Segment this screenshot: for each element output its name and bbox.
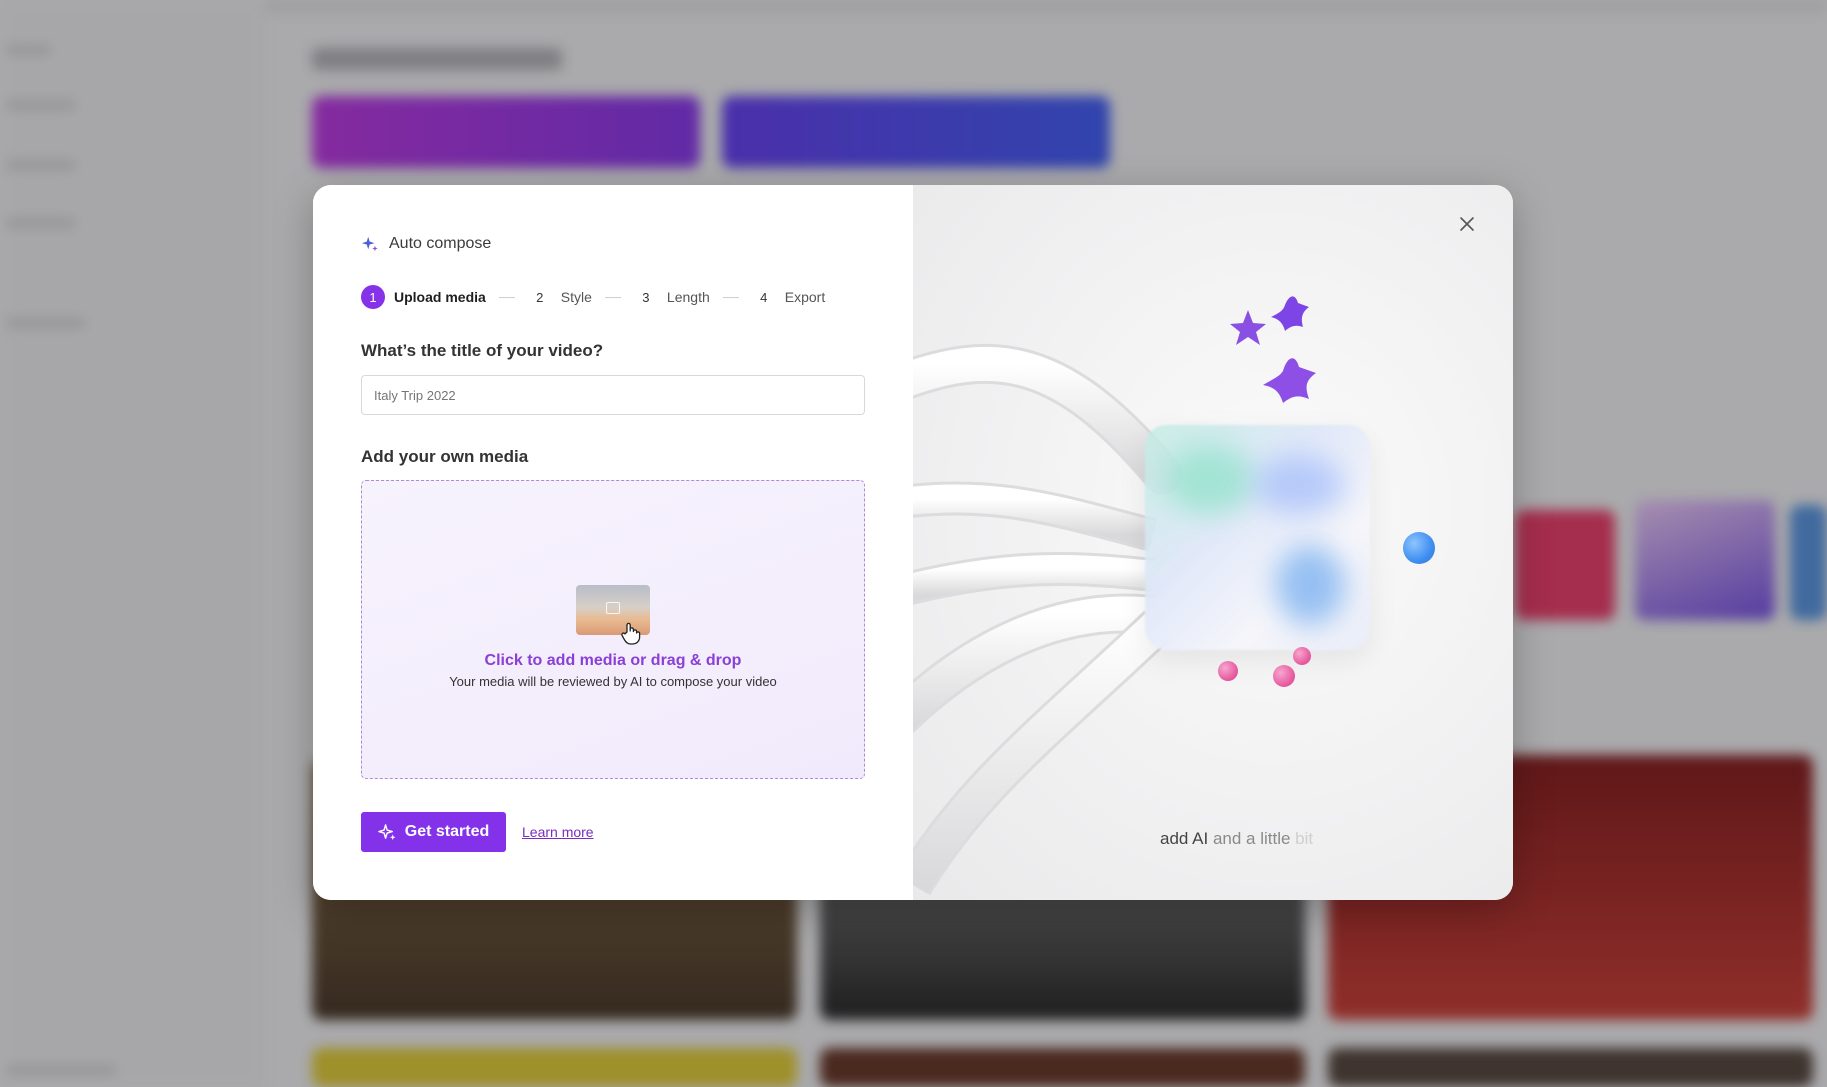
step-label: Style	[560, 289, 592, 305]
caption-part: add AI	[1160, 829, 1209, 848]
step-number: 1	[361, 285, 385, 309]
sparkle-icon	[378, 823, 396, 840]
pink-bubble	[1293, 647, 1311, 665]
image-icon	[606, 602, 620, 614]
dialog-header: Auto compose	[361, 235, 491, 253]
sparkle-icon	[361, 236, 378, 252]
step-divider	[604, 296, 621, 298]
caption-part: bit	[1290, 829, 1314, 848]
step-upload-media[interactable]: 1 Upload media	[361, 285, 486, 309]
step-divider	[722, 296, 739, 298]
step-number: 2	[536, 289, 544, 305]
blue-orb	[1403, 532, 1435, 564]
video-title-label: What’s the title of your video?	[361, 341, 604, 360]
glass-card	[1145, 425, 1370, 650]
learn-more-link[interactable]: Learn more	[522, 824, 594, 840]
step-number: 4	[760, 289, 768, 305]
dialog-illustration-panel: add AI and a little bit	[913, 185, 1513, 900]
step-label: Length	[666, 289, 710, 305]
dialog-form-panel: Auto compose 1 Upload media 2 Style 3 Le…	[313, 185, 913, 900]
pink-bubble	[1218, 661, 1238, 681]
step-label: Export	[784, 289, 826, 305]
close-icon[interactable]	[1456, 213, 1478, 235]
caption-part: and a little	[1208, 829, 1291, 848]
stepper: 1 Upload media 2 Style 3 Length 4 Export	[361, 285, 825, 309]
pink-bubble	[1273, 665, 1295, 687]
dialog-title: Auto compose	[389, 235, 492, 252]
step-divider	[498, 296, 515, 298]
step-label: Upload media	[394, 289, 486, 305]
auto-compose-dialog: Auto compose 1 Upload media 2 Style 3 Le…	[313, 185, 1513, 900]
get-started-button[interactable]: Get started	[361, 812, 506, 852]
dropzone-subtext: Your media will be reviewed by AI to com…	[449, 674, 777, 689]
video-title-input[interactable]	[361, 375, 865, 415]
get-started-label: Get started	[404, 823, 490, 840]
illustration-caption: add AI and a little bit	[1160, 829, 1313, 849]
media-dropzone[interactable]: Click to add media or drag & drop Your m…	[361, 480, 865, 779]
step-length[interactable]: 3 Length	[634, 285, 710, 309]
step-number: 3	[642, 289, 650, 305]
step-style[interactable]: 2 Style	[528, 285, 592, 309]
dropzone-cta[interactable]: Click to add media or drag & drop	[362, 652, 864, 670]
hand-cursor-icon	[621, 622, 641, 645]
media-section-title: Add your own media	[361, 447, 529, 466]
step-export[interactable]: 4 Export	[752, 285, 825, 309]
